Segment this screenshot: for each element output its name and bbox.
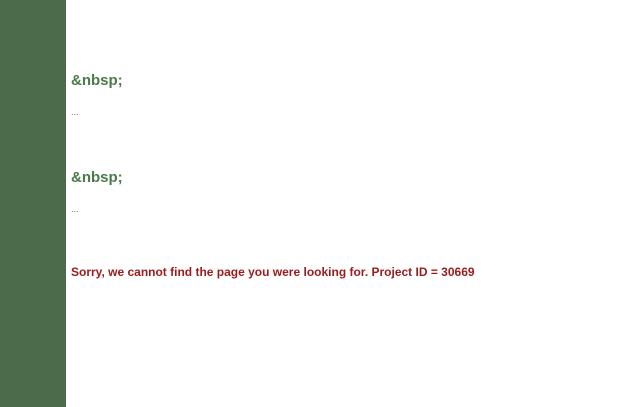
page: &nbsp; ... &nbsp; ... Sorry, we cannot f… — [0, 0, 640, 407]
section-heading-2: &nbsp; — [71, 169, 123, 186]
section-heading-1: &nbsp; — [71, 72, 123, 89]
error-message: Sorry, we cannot find the page you were … — [71, 265, 475, 279]
main-content: &nbsp; ... &nbsp; ... Sorry, we cannot f… — [71, 0, 640, 407]
left-sidebar — [0, 0, 66, 407]
section-snippet-1: ... — [71, 107, 79, 117]
section-snippet-2: ... — [71, 204, 79, 214]
